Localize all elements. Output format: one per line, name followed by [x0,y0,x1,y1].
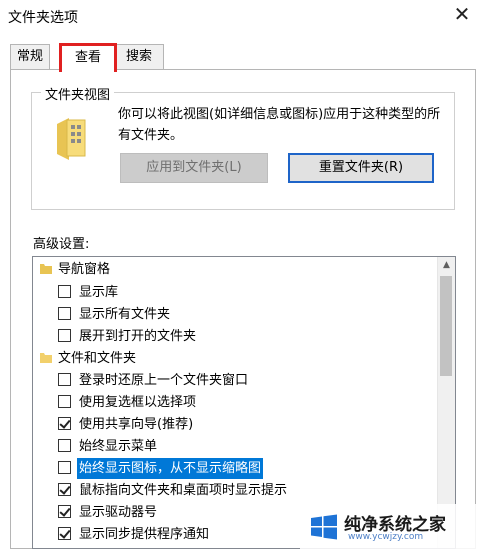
list-item[interactable]: 使用共享向导(推荐) [33,414,453,435]
list-item[interactable]: 展开到打开的文件夹 [33,326,453,347]
watermark: 纯净系统之家 www.ycwjzy.com [300,504,482,549]
checkbox[interactable] [58,461,71,474]
checkbox-checked[interactable] [58,505,71,518]
checkbox[interactable] [58,395,71,408]
list-item[interactable]: 登录时还原上一个文件夹窗口 [33,370,453,391]
window-title: 文件夹选项 [8,10,78,26]
tab-bar: 常规 查看 搜索 [0,43,482,72]
scrollbar-thumb[interactable] [440,276,452,376]
folder-view-icon [57,118,86,160]
reset-folders-button[interactable]: 重置文件夹(R) [288,153,434,183]
list-item-selected[interactable]: 始终显示图标，从不显示缩略图 [33,458,453,479]
watermark-url: www.ycwjzy.com [348,532,424,542]
checkbox-checked[interactable] [58,417,71,430]
checkbox[interactable] [58,329,71,342]
tree-folder-navigation-pane: 导航窗格 [33,259,453,280]
windows-logo-icon [311,514,337,540]
tab-view[interactable]: 查看 [59,43,117,72]
scroll-up-icon[interactable]: ▲ [438,257,455,274]
folder-view-description: 你可以将此视图(如详细信息或图标)应用于这种类型的所有文件夹。 [118,107,441,143]
checkbox[interactable] [58,439,71,452]
checkbox[interactable] [58,307,71,320]
list-item[interactable]: 显示库 [33,282,453,303]
folder-view-label: 文件夹视图 [41,84,115,103]
folder-icon [40,264,52,274]
list-item[interactable]: 显示所有文件夹 [33,304,453,325]
checkbox[interactable] [58,285,71,298]
tab-general[interactable]: 常规 [10,44,50,69]
checkbox-checked[interactable] [58,483,71,496]
checkbox[interactable] [58,373,71,386]
list-item[interactable]: 始终显示菜单 [33,436,453,457]
list-item[interactable]: 使用复选框以选择项 [33,392,453,413]
advanced-settings-label: 高级设置: [33,237,90,252]
tab-search[interactable]: 搜索 [114,44,164,69]
close-icon[interactable]: ✕ [452,3,472,25]
folder-icon [40,353,52,363]
list-item[interactable]: 鼠标指向文件夹和桌面项时显示提示 [33,480,453,501]
apply-to-folders-button[interactable]: 应用到文件夹(L) [120,153,268,183]
title-bar: 文件夹选项 ✕ [0,0,482,32]
tree-folder-files-and-folders: 文件和文件夹 [33,348,453,369]
checkbox-checked[interactable] [58,527,71,540]
